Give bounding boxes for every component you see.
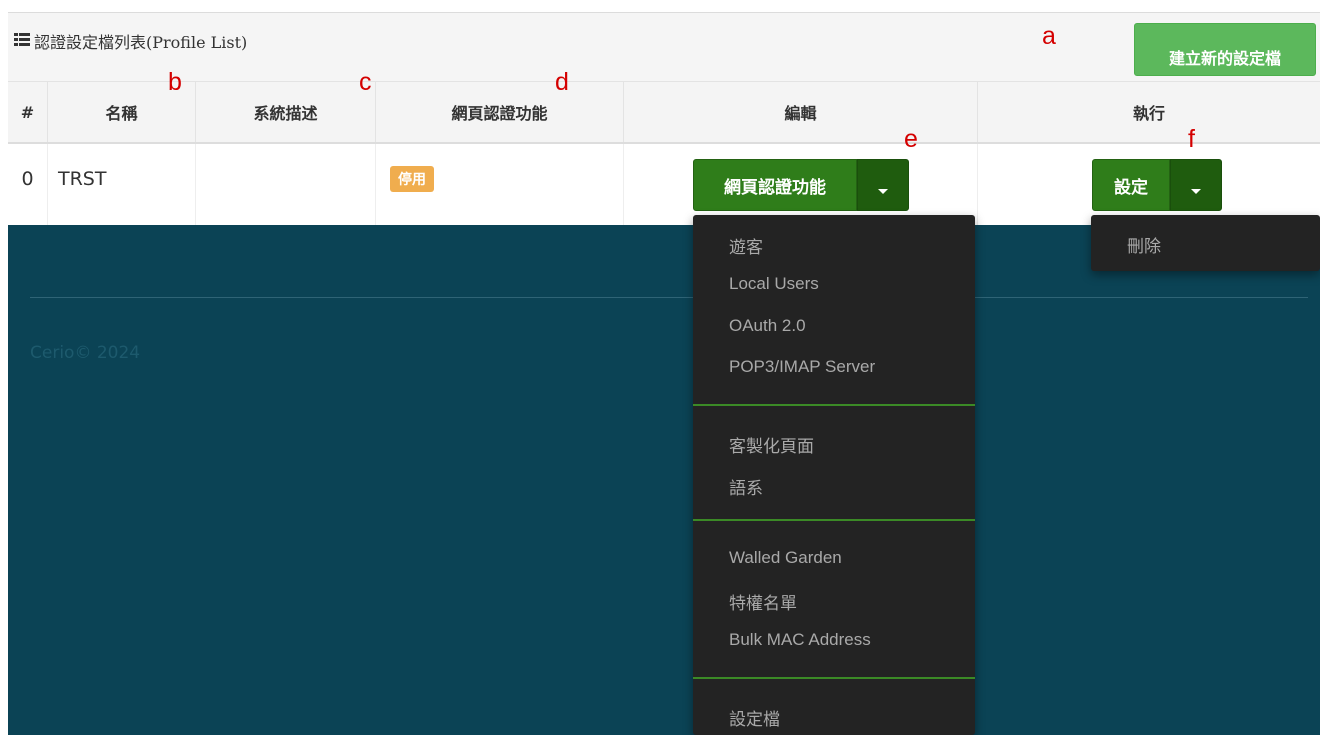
menu-item-language[interactable]: 語系 (729, 474, 763, 499)
edit-button-group: 網頁認證功能 (693, 159, 909, 211)
row-index: 0 (8, 144, 48, 226)
settings-button[interactable]: 設定 (1092, 159, 1170, 211)
header-description: 系統描述 (196, 82, 376, 142)
annotation-c: c (359, 68, 372, 96)
table-header: # 名稱 系統描述 網頁認證功能 編輯 執行 (8, 82, 1320, 144)
caret-down-icon (1191, 188, 1201, 194)
annotation-a: a (1042, 22, 1056, 50)
menu-item-bulk-mac[interactable]: Bulk MAC Address (729, 630, 871, 650)
menu-item-guest[interactable]: 遊客 (729, 233, 763, 258)
row-description (196, 144, 376, 226)
menu-item-oauth[interactable]: OAuth 2.0 (729, 316, 806, 336)
menu-item-walled-garden[interactable]: Walled Garden (729, 548, 842, 568)
footer: Cerio© 2024 (8, 225, 1320, 735)
footer-divider (30, 297, 1308, 298)
list-icon (14, 33, 30, 46)
annotation-b: b (168, 68, 182, 96)
menu-divider (693, 404, 975, 406)
menu-item-delete[interactable]: 刪除 (1127, 232, 1161, 257)
edit-dropdown-toggle[interactable] (857, 159, 909, 211)
footer-copyright: Cerio© 2024 (30, 343, 141, 363)
row-name: TRST (48, 144, 196, 226)
annotation-d: d (555, 68, 569, 96)
menu-divider (693, 519, 975, 521)
create-profile-button[interactable]: 建立新的設定檔 (1134, 23, 1316, 76)
annotation-f: f (1188, 125, 1195, 153)
annotation-e: e (904, 125, 918, 153)
row-web-auth: 停用 (376, 144, 624, 226)
panel-title: 認證設定檔列表(Profile List) (34, 33, 248, 52)
exec-dropdown-toggle[interactable] (1170, 159, 1222, 211)
header-web-auth: 網頁認證功能 (376, 82, 624, 142)
status-badge: 停用 (390, 166, 434, 192)
caret-down-icon (878, 188, 888, 194)
header-exec: 執行 (1132, 104, 1165, 123)
menu-divider (693, 677, 975, 679)
menu-item-local-users[interactable]: Local Users (729, 274, 819, 294)
header-edit: 編輯 (624, 82, 978, 142)
web-auth-edit-button[interactable]: 網頁認證功能 (693, 159, 857, 211)
panel-heading: 認證設定檔列表(Profile List) 建立新的設定檔 (8, 13, 1320, 82)
exec-dropdown-menu: 刪除 (1091, 215, 1320, 271)
menu-item-privilege-list[interactable]: 特權名單 (729, 589, 797, 614)
menu-item-pop3-imap[interactable]: POP3/IMAP Server (729, 357, 875, 377)
menu-item-custom-page[interactable]: 客製化頁面 (729, 432, 814, 457)
exec-button-group: 設定 (1092, 159, 1222, 211)
menu-item-profile[interactable]: 設定檔 (729, 705, 780, 730)
edit-dropdown-menu: 遊客 Local Users OAuth 2.0 POP3/IMAP Serve… (693, 215, 975, 735)
header-index: # (8, 82, 48, 142)
